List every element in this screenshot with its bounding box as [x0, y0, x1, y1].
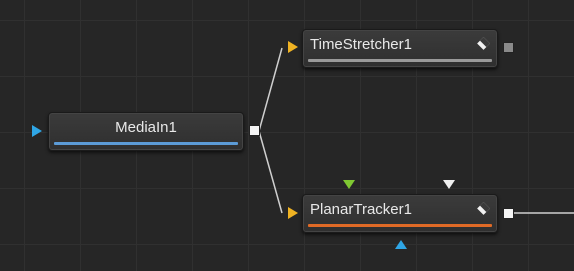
media-in-input-arrow-icon [32, 125, 42, 137]
planar-tracker-label: PlanarTracker1 [310, 201, 412, 218]
time-stretcher-input-arrow-icon [288, 41, 298, 53]
time-stretcher-output-port[interactable] [503, 42, 514, 53]
media-in-output-port[interactable] [249, 125, 260, 136]
planar-tracker-background-input-icon [288, 207, 298, 219]
time-stretcher-keyframe-icon[interactable] [477, 37, 490, 50]
wire-media-to-timestretcher [258, 47, 283, 132]
planar-tracker-color-bar [308, 224, 492, 227]
planar-tracker-node[interactable]: PlanarTracker1 [302, 194, 498, 233]
time-stretcher-color-bar [308, 59, 492, 62]
planar-tracker-output-port[interactable] [503, 208, 514, 219]
wire-media-to-planartracker [258, 130, 283, 214]
planar-tracker-top-input-icon [443, 180, 455, 189]
media-in-label: MediaIn1 [115, 119, 177, 136]
media-in-color-bar [54, 142, 238, 145]
planar-tracker-foreground-input-icon [343, 180, 355, 189]
media-in-node[interactable]: MediaIn1 [48, 112, 244, 151]
planar-tracker-keyframe-icon[interactable] [477, 202, 490, 215]
time-stretcher-node[interactable]: TimeStretcher1 [302, 29, 498, 68]
planar-tracker-mask-input-icon [395, 240, 407, 249]
node-editor-canvas[interactable]: MediaIn1 TimeStretcher1 PlanarTracker1 [0, 0, 574, 271]
time-stretcher-label: TimeStretcher1 [310, 36, 412, 53]
